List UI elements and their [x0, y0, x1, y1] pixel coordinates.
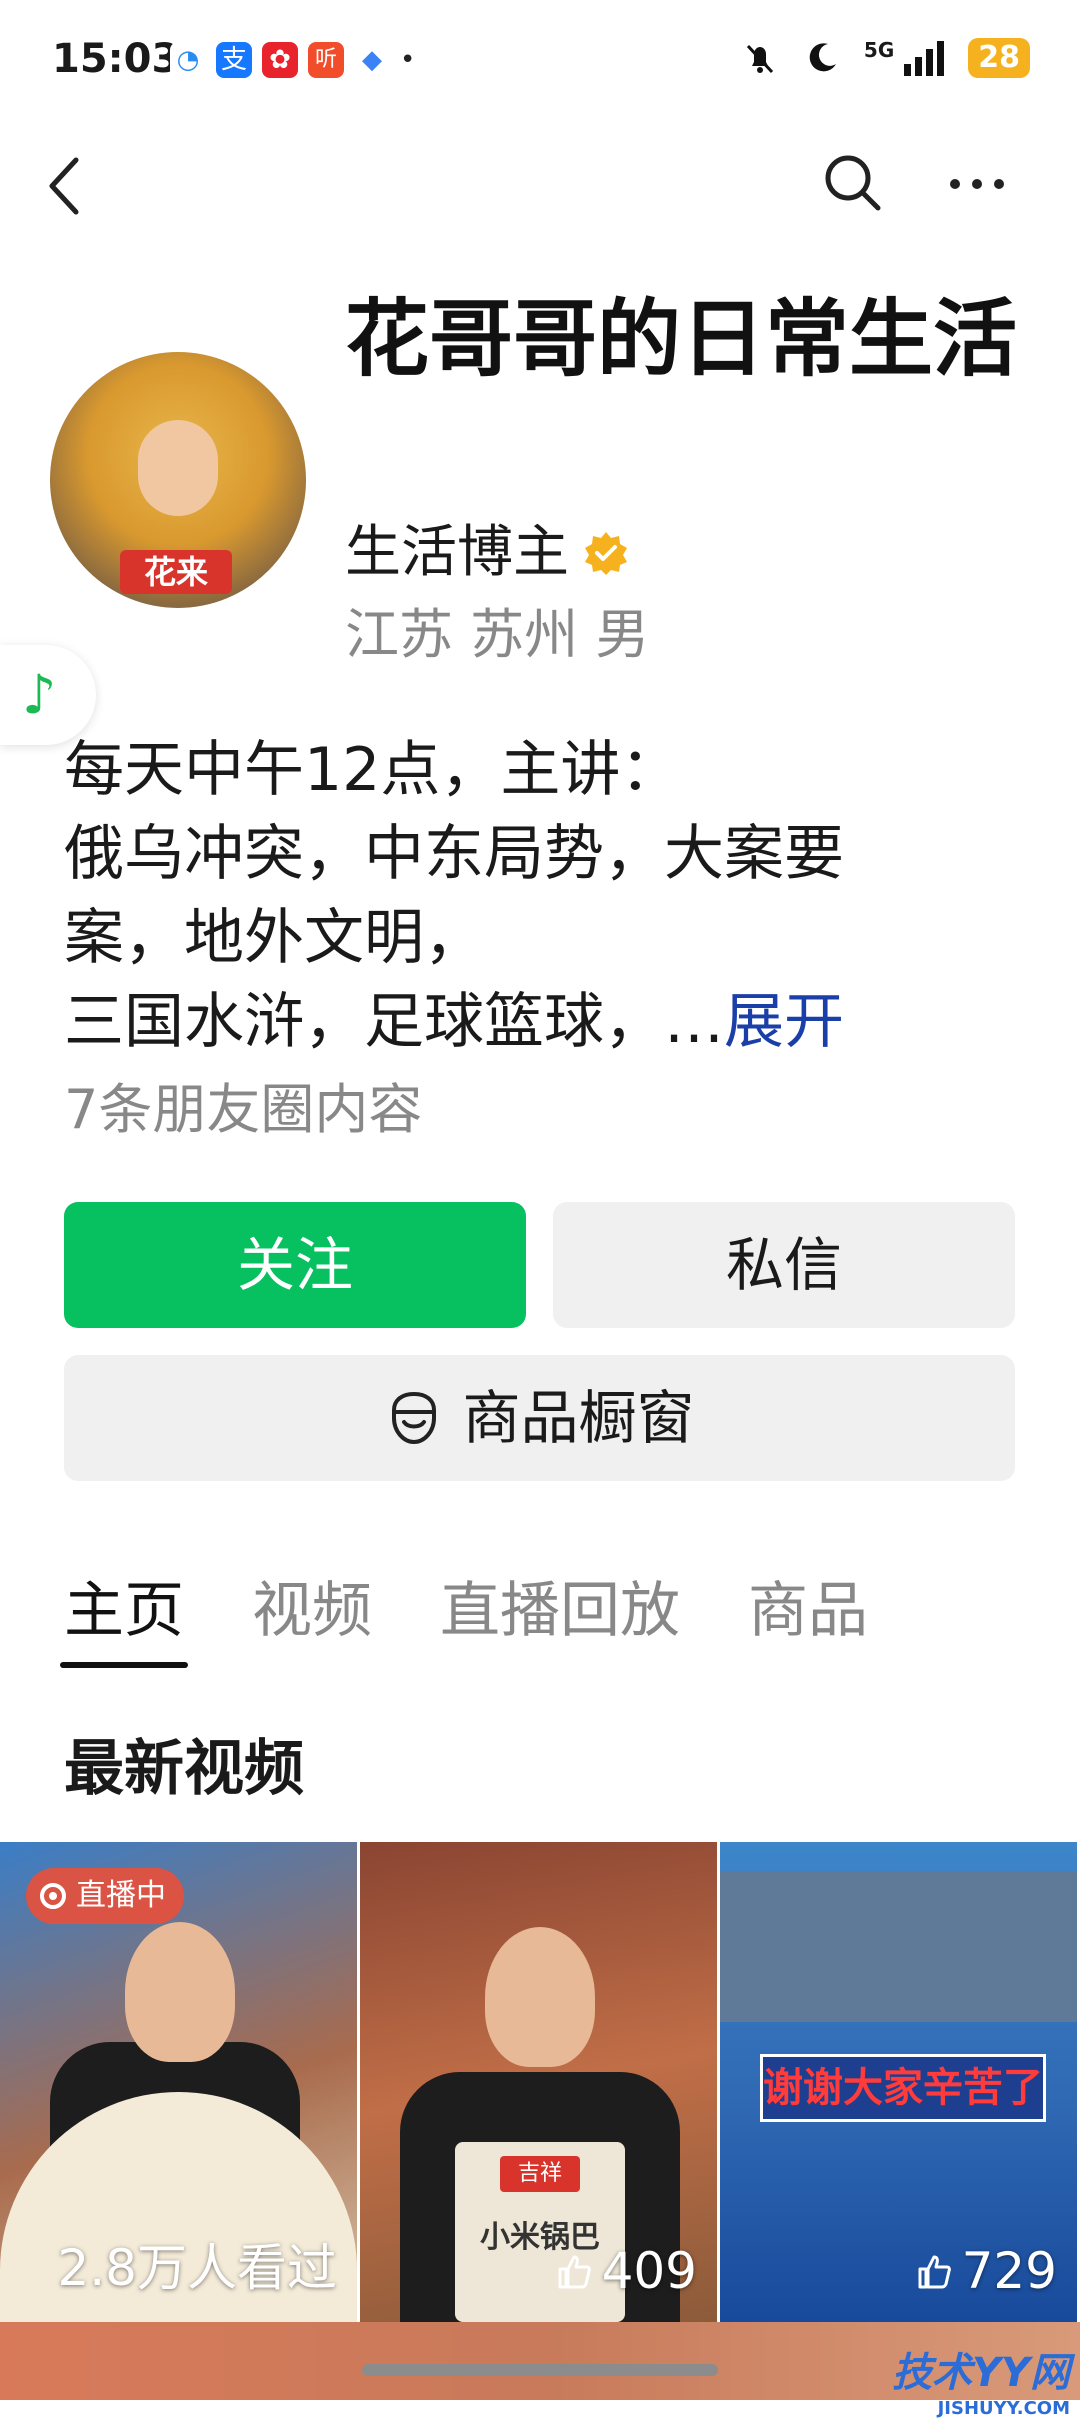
browser-icon: ◆	[354, 42, 390, 78]
search-icon	[825, 155, 881, 211]
shop-window-button[interactable]: 商品橱窗	[64, 1355, 1015, 1481]
avatar-face	[138, 420, 218, 516]
tab-active-indicator	[60, 1662, 188, 1668]
network-label: 5G	[863, 38, 895, 62]
status-bar: 15:03 ◔ 支 ✿ 听 ◆ • 5G 28	[0, 0, 1080, 120]
live-badge-label: 直播中	[76, 1878, 166, 1913]
verified-badge-icon	[585, 532, 627, 575]
taobao-icon: ✿	[262, 42, 298, 78]
video-thumbnail-truck	[720, 1872, 1077, 2022]
video-view-count: 2.8万人看过	[57, 2228, 337, 2300]
tab-label: 直播回放	[440, 1576, 680, 1646]
video-tile[interactable]: 直播中 2.8万人看过	[0, 1842, 357, 2322]
video-count-label: 409	[601, 2242, 697, 2300]
signal-icon	[904, 41, 945, 76]
video-like-count: 409	[554, 2242, 697, 2300]
tab-products[interactable]: 商品	[748, 1570, 868, 1652]
mute-bell-icon	[746, 44, 774, 74]
thumbs-up-icon	[918, 2255, 951, 2289]
section-title: 最新视频	[64, 1734, 304, 1804]
more-dots-icon	[950, 179, 1004, 189]
watermark-main: 技术YY网	[892, 2350, 1070, 2396]
video-tile[interactable]: 吉祥 小米锅巴 409	[360, 1842, 717, 2322]
message-button[interactable]: 私信	[553, 1202, 1015, 1328]
tab-live-replay[interactable]: 直播回放	[440, 1570, 680, 1652]
watermark-sub: JISHUYY.COM	[937, 2398, 1070, 2419]
battery-level: 28	[968, 38, 1030, 78]
home-indicator[interactable]	[362, 2364, 718, 2376]
notification-icons: ◔ 支 ✿ 听 ◆ •	[170, 42, 416, 78]
video-like-count: 729	[914, 2242, 1057, 2300]
back-button[interactable]	[40, 150, 90, 220]
profile-location: 江苏 苏州 男	[345, 603, 650, 666]
tab-videos[interactable]: 视频	[252, 1570, 372, 1652]
follow-button[interactable]: 关注	[64, 1202, 526, 1328]
watermark-logo: 技术YY网 JISHUYY.COM	[892, 2340, 1070, 2419]
live-icon	[40, 1883, 66, 1909]
profile-role: 生活博主	[345, 518, 629, 588]
shop-window-label: 商品橱窗	[462, 1384, 695, 1452]
status-indicators: 5G 28	[740, 38, 1030, 78]
tab-label: 主页	[64, 1576, 184, 1646]
snack-brand-label: 吉祥	[500, 2156, 580, 2192]
profile-bio: 每天中午12点，主讲： 俄乌冲突，中东局势，大案要 案，地外文明， 三国水浒，足…	[64, 728, 1024, 1064]
video-count-label: 2.8万人看过	[57, 2239, 337, 2297]
video-thumbnail-figure	[485, 1927, 595, 2067]
more-button[interactable]	[945, 150, 1009, 214]
tab-label: 视频	[252, 1576, 372, 1646]
bio-line: 每天中午12点，主讲：	[64, 735, 681, 805]
chevron-left-icon	[49, 157, 79, 215]
ting-icon: 听	[308, 42, 344, 78]
avatar-tag: 花来	[120, 550, 232, 594]
more-notifications-icon: •	[400, 45, 416, 75]
bio-line-last: 三国水浒，足球篮球，…展开	[64, 980, 1024, 1064]
avatar[interactable]: 花来	[50, 352, 306, 608]
live-badge: 直播中	[26, 1868, 184, 1924]
video-thumbnail-banner: 谢谢大家辛苦了	[760, 2054, 1046, 2122]
bio-line: 俄乌冲突，中东局势，大案要	[64, 819, 844, 889]
video-grid: 直播中 2.8万人看过 吉祥 小米锅巴 409 谢谢大家辛苦了 729	[0, 1842, 1080, 2322]
profile-tabs: 主页 视频 直播回放 商品	[60, 1570, 936, 1668]
bio-line: 三国水浒，足球篮球，…	[64, 987, 724, 1057]
music-note-icon: ♪	[22, 663, 57, 726]
tab-label: 商品	[748, 1576, 868, 1646]
qq-icon: ◔	[170, 42, 206, 78]
moon-icon	[809, 43, 836, 72]
profile-role-label: 生活博主	[345, 520, 569, 585]
expand-link[interactable]: 展开	[724, 987, 844, 1057]
thumbs-up-icon	[558, 2255, 591, 2289]
tab-home[interactable]: 主页	[60, 1570, 188, 1668]
status-time: 15:03	[52, 36, 180, 82]
video-tile[interactable]: 谢谢大家辛苦了 729	[720, 1842, 1077, 2322]
moments-count[interactable]: 7条朋友圈内容	[64, 1075, 422, 1145]
alipay-icon: 支	[216, 42, 252, 78]
search-button[interactable]	[820, 150, 884, 214]
video-count-label: 729	[961, 2242, 1057, 2300]
profile-name: 花哥哥的日常生活	[345, 290, 1018, 388]
shop-bag-icon	[392, 1391, 437, 1445]
bio-line: 案，地外文明，	[64, 903, 484, 973]
video-thumbnail-figure	[125, 1922, 235, 2062]
